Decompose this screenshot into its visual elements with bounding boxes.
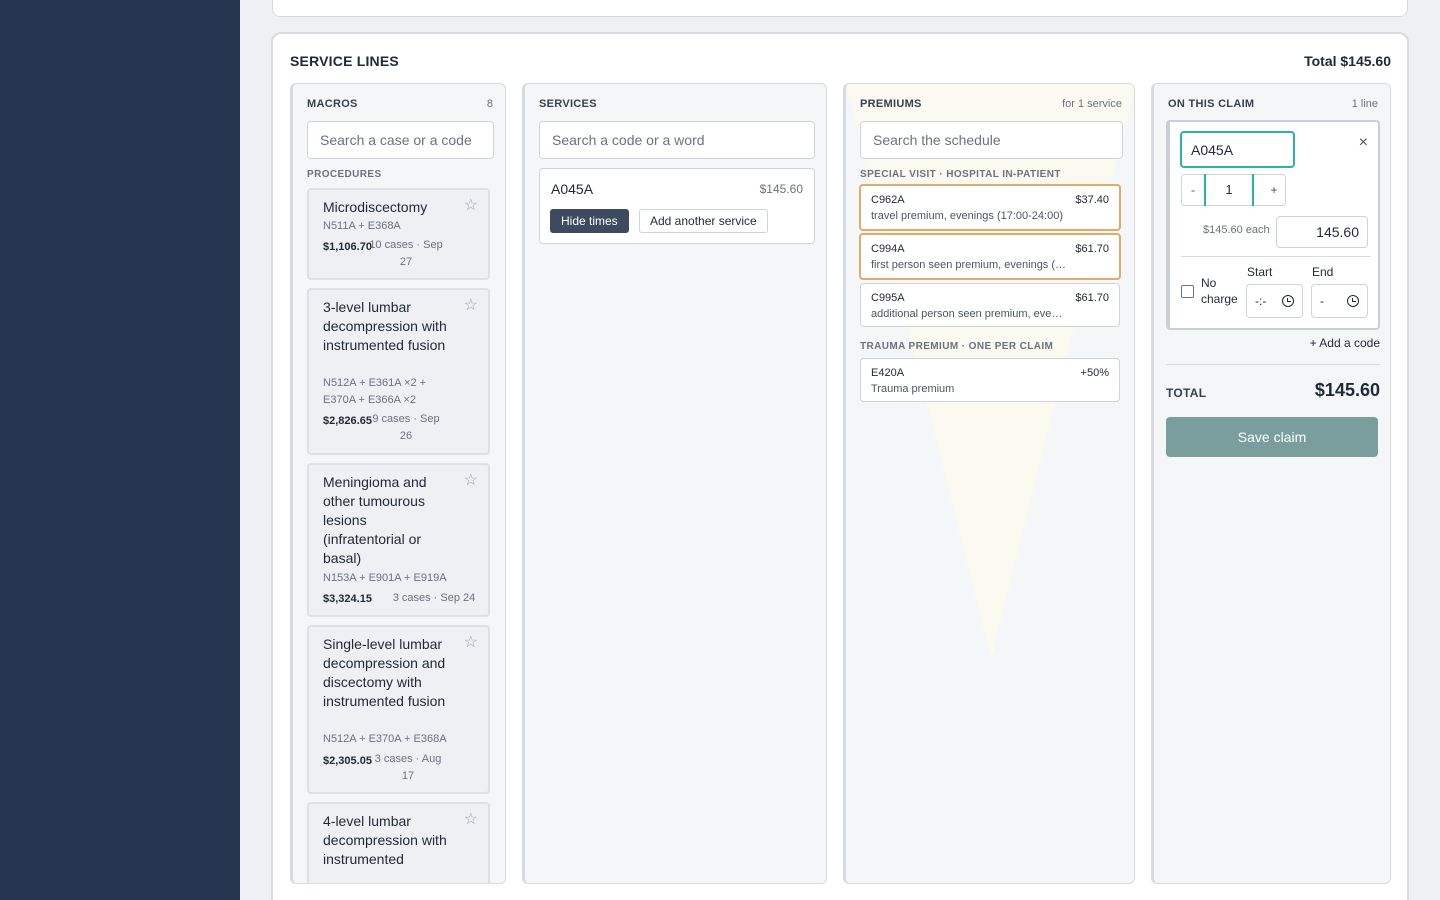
increment-button[interactable]: + (1263, 175, 1285, 205)
macro-title: Microdiscectomy (323, 199, 428, 215)
macros-count: 8 (486, 98, 493, 110)
service-code: A045A (551, 181, 594, 197)
start-label: Start (1247, 265, 1273, 279)
start-time-input[interactable]: -:- (1246, 284, 1303, 318)
macro-price: $2,826.65 (323, 415, 372, 427)
add-code-link[interactable]: + Add a code (1310, 336, 1380, 350)
star-icon[interactable]: ☆ (464, 198, 478, 214)
premiums-meta: for 1 service (1062, 98, 1122, 110)
premium-desc: first person seen premium, evenings (17:… (871, 259, 1067, 271)
end-time-value: - (1320, 294, 1324, 308)
premium-code: C994A (871, 243, 905, 255)
decrement-button[interactable]: - (1182, 175, 1204, 205)
hide-times-button[interactable]: Hide times (550, 209, 629, 233)
star-icon[interactable]: ☆ (464, 473, 478, 489)
premium-item[interactable]: C995A $61.70 additional person seen prem… (860, 283, 1120, 327)
special-visit-label: SPECIAL VISIT · HOSPITAL IN-PATIENT (860, 169, 1061, 180)
premiums-heading: PREMIUMS (860, 98, 922, 110)
code-input[interactable]: A045A (1180, 131, 1295, 168)
divider (1181, 256, 1371, 257)
premium-amount: $37.40 (1075, 194, 1109, 206)
macros-search-input[interactable]: Search a case or a code (307, 121, 494, 159)
quantity-stepper: - 1 + (1181, 174, 1286, 206)
services-heading: SERVICES (539, 98, 597, 110)
premium-desc: travel premium, evenings (17:00-24:00) (871, 210, 1063, 222)
price-input[interactable]: 145.60 (1276, 216, 1368, 248)
add-another-service-button[interactable]: Add another service (639, 209, 768, 233)
premium-item[interactable]: E420A +50% Trauma premium (860, 358, 1120, 402)
procedures-label: PROCEDURES (307, 169, 382, 180)
macro-stats: 10 cases · Sep 27 (369, 239, 443, 268)
macro-title: Single-level lumbar decompression and di… (323, 636, 446, 709)
macro-stats: 9 cases · Sep 26 (372, 413, 440, 442)
macro-title: 3-level lumbar decompression with instru… (323, 299, 447, 353)
main-content: SERVICE LINES Total $145.60 MACROS 8 Sea… (240, 0, 1440, 900)
macro-card[interactable]: Microdiscectomy ☆ N511A + E368A $1,106.7… (307, 188, 490, 280)
macro-title: Meningioma and other tumourous lesions (… (323, 474, 427, 566)
services-column: SERVICES Search a code or a word A045A $… (522, 83, 827, 884)
services-search-input[interactable]: Search a code or a word (539, 121, 815, 159)
service-lines-panel: SERVICE LINES Total $145.60 MACROS 8 Sea… (271, 32, 1409, 900)
save-claim-button[interactable]: Save claim (1166, 417, 1378, 457)
premium-item[interactable]: C994A $61.70 first person seen premium, … (859, 233, 1121, 280)
macro-price: $1,106.70 (323, 241, 372, 253)
macro-card[interactable]: 4-level lumbar decompression with instru… (307, 802, 490, 883)
total-value: $145.60 (1314, 380, 1380, 400)
macro-codes: N153A + E901A + E919A (323, 572, 447, 584)
macros-column: MACROS 8 Search a case or a code PROCEDU… (290, 83, 506, 884)
service-card: A045A $145.60 Hide times Add another ser… (539, 168, 815, 244)
macro-codes: N512A + E361A ×2 + E370A + E366A ×2 (323, 377, 427, 406)
premium-desc: Trauma premium (871, 383, 955, 395)
claim-heading: ON THIS CLAIM (1168, 98, 1255, 110)
macro-codes: N512A + E370A + E368A (323, 733, 447, 745)
premium-item[interactable]: C962A $37.40 travel premium, evenings (1… (859, 184, 1121, 231)
premiums-column: PREMIUMS for 1 service Search the schedu… (843, 83, 1135, 884)
unit-price-label: $145.60 each (1203, 224, 1270, 236)
premiums-search-input[interactable]: Search the schedule (860, 121, 1123, 159)
macro-codes: N511A + E368A (323, 220, 401, 232)
macro-card[interactable]: Meningioma and other tumourous lesions (… (307, 463, 490, 617)
macro-price: $3,324.15 (323, 593, 372, 605)
macro-card[interactable]: Single-level lumbar decompression and di… (307, 625, 490, 794)
clock-icon (1282, 295, 1294, 307)
macro-stats: 3 cases · Aug 17 (374, 753, 442, 782)
premium-code: E420A (871, 367, 905, 379)
macro-title: 4-level lumbar decompression with instru… (323, 813, 447, 867)
panel-total: Total $145.60 (1304, 53, 1391, 69)
macro-card[interactable]: 3-level lumbar decompression with instru… (307, 288, 490, 455)
no-charge-label: No charge (1201, 276, 1238, 306)
clock-icon (1347, 295, 1359, 307)
star-icon[interactable]: ☆ (464, 635, 478, 651)
divider (1166, 364, 1380, 365)
claim-line: A045A × - 1 + $145.60 each 145.60 No cha… (1166, 120, 1380, 330)
premium-amount: +50% (1080, 367, 1109, 379)
premium-code: C962A (871, 194, 905, 206)
premium-amount: $61.70 (1075, 243, 1109, 255)
claim-column: ON THIS CLAIM 1 line A045A × - 1 + $145.… (1151, 83, 1391, 884)
end-label: End (1312, 265, 1334, 279)
previous-card (272, 0, 1408, 17)
premium-amount: $61.70 (1075, 292, 1109, 304)
start-time-value: -:- (1255, 294, 1267, 308)
premium-desc: additional person seen premium, evenings… (871, 308, 1067, 320)
trauma-label: TRAUMA PREMIUM · ONE PER CLAIM (860, 341, 1054, 352)
macros-heading: MACROS (307, 98, 358, 110)
no-charge-checkbox[interactable] (1181, 285, 1194, 298)
service-price: $145.60 (759, 182, 803, 196)
star-icon[interactable]: ☆ (464, 812, 478, 828)
macro-stats: 3 cases · Sep 24 (392, 592, 476, 604)
app-sidebar (0, 0, 240, 900)
total-label: TOTAL (1166, 386, 1207, 400)
panel-title: SERVICE LINES (290, 53, 399, 69)
quantity-input[interactable]: 1 (1204, 174, 1254, 206)
claim-meta: 1 line (1351, 98, 1378, 110)
macro-price: $2,305.05 (323, 755, 372, 767)
close-icon[interactable]: × (1359, 134, 1368, 152)
premium-code: C995A (871, 292, 905, 304)
star-icon[interactable]: ☆ (464, 298, 478, 314)
end-time-input[interactable]: - (1311, 284, 1368, 318)
